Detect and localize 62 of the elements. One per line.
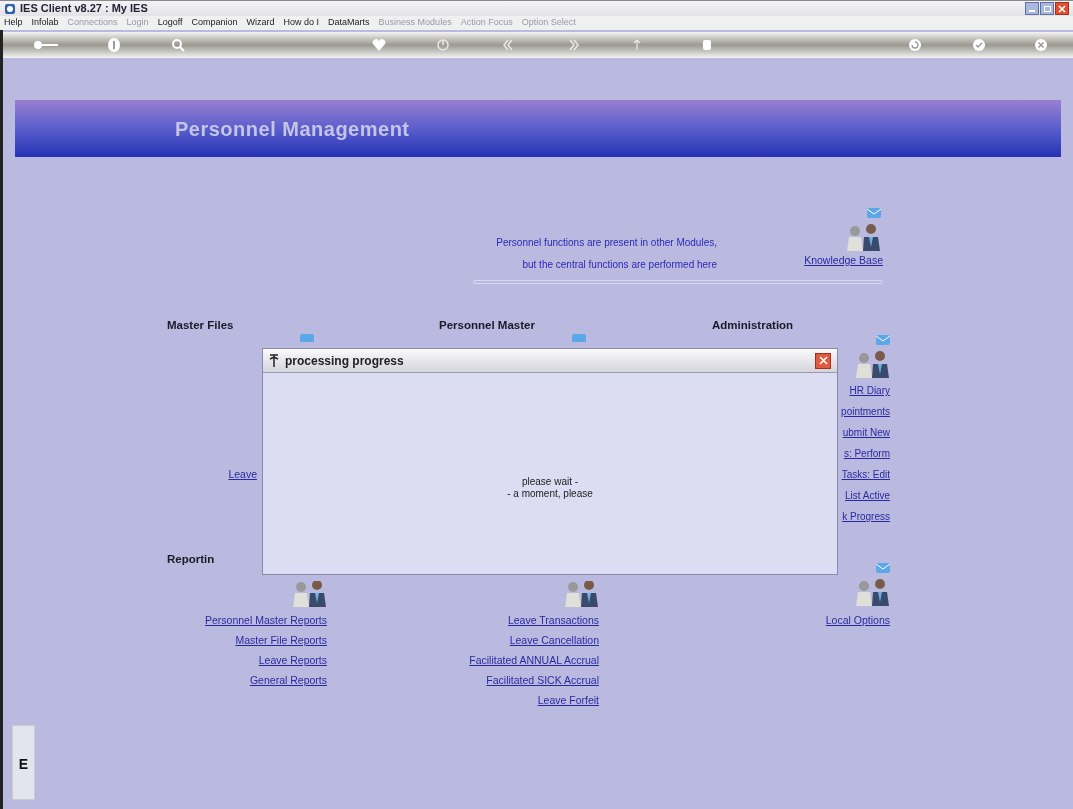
search-icon[interactable] xyxy=(171,38,185,52)
forward-icon[interactable] xyxy=(568,39,580,51)
menu-link[interactable]: pointments xyxy=(841,401,890,423)
menu-item[interactable]: Infolab xyxy=(31,16,59,30)
staff-icon xyxy=(565,581,599,609)
menu-item[interactable]: Companion xyxy=(191,16,238,30)
menu-item[interactable]: Help xyxy=(4,16,23,30)
menu-link[interactable]: Facilitated SICK Accrual xyxy=(486,670,599,691)
page-title: Personnel Management xyxy=(175,116,410,142)
section-heading: Master Files xyxy=(167,318,235,333)
dialog-message: - a moment, please xyxy=(507,488,593,500)
intro-text: but the central functions are performed here xyxy=(522,258,717,272)
section-heading: Administration xyxy=(712,318,795,333)
close-icon xyxy=(818,356,828,365)
key-icon[interactable] xyxy=(33,40,59,50)
menu-link[interactable]: ubmit New xyxy=(842,422,890,444)
knowledge-base-link[interactable]: Knowledge Base xyxy=(804,253,883,269)
menu-link[interactable]: Personnel Master Reports xyxy=(205,610,327,631)
menu-item[interactable]: How do I xyxy=(283,16,320,30)
menu-link[interactable]: s: Perform xyxy=(843,443,890,465)
menu-item[interactable]: DataMarts xyxy=(328,16,370,30)
menu-link[interactable]: Facilitated ANNUAL Accrual xyxy=(469,650,599,671)
minimize-button[interactable] xyxy=(1025,2,1039,15)
refresh-icon[interactable] xyxy=(908,38,922,52)
app-icon xyxy=(4,2,16,15)
close-icon xyxy=(1058,4,1066,13)
section-heading: Personnel Master xyxy=(439,318,536,333)
section-heading: Reportin xyxy=(167,553,215,566)
up-icon[interactable] xyxy=(632,39,642,51)
menu-link[interactable]: Leave Cancellation xyxy=(509,630,599,651)
maximize-button[interactable] xyxy=(1040,2,1054,15)
stop-icon[interactable] xyxy=(702,39,712,51)
staff-icon xyxy=(293,581,327,609)
menu-link[interactable]: k Progress xyxy=(842,506,890,528)
menu-link[interactable]: Tasks: Edit xyxy=(841,464,890,486)
dialog-message: please wait - xyxy=(521,476,579,488)
menu-item[interactable]: Wizard xyxy=(246,16,275,30)
heart-icon[interactable] xyxy=(372,39,386,51)
info-icon[interactable] xyxy=(107,37,121,53)
menu-link[interactable]: Master File Reports xyxy=(235,630,327,651)
window-title: IES Client v8.27 : My IES xyxy=(20,1,148,17)
staff-icon xyxy=(856,562,890,609)
side-tab[interactable]: E xyxy=(12,725,35,800)
dialog-title: processing progress xyxy=(285,352,404,370)
menu-item[interactable]: Logoff xyxy=(157,16,183,30)
staff-icon xyxy=(856,334,890,381)
menu-link[interactable]: Leave Transactions xyxy=(507,610,599,631)
close-button[interactable] xyxy=(815,352,831,369)
menu-link[interactable]: List Active xyxy=(844,485,890,507)
hourglass-icon xyxy=(269,353,279,368)
menu-link[interactable]: Leave Forfeit xyxy=(537,690,599,711)
menu-link[interactable]: Leave Reports xyxy=(258,650,327,671)
power-icon[interactable] xyxy=(436,38,450,52)
rewind-icon[interactable] xyxy=(502,39,514,51)
close-button[interactable] xyxy=(1055,2,1069,15)
menu-link[interactable]: Leave xyxy=(228,464,257,486)
intro-text: Personnel functions are present in other Modules, xyxy=(496,236,717,250)
check-icon[interactable] xyxy=(972,38,986,52)
menu-link[interactable]: Local Options xyxy=(825,610,890,631)
menu-link[interactable]: HR Diary xyxy=(849,380,890,402)
close-icon[interactable] xyxy=(1034,38,1048,52)
menu-link[interactable]: General Reports xyxy=(249,670,327,691)
